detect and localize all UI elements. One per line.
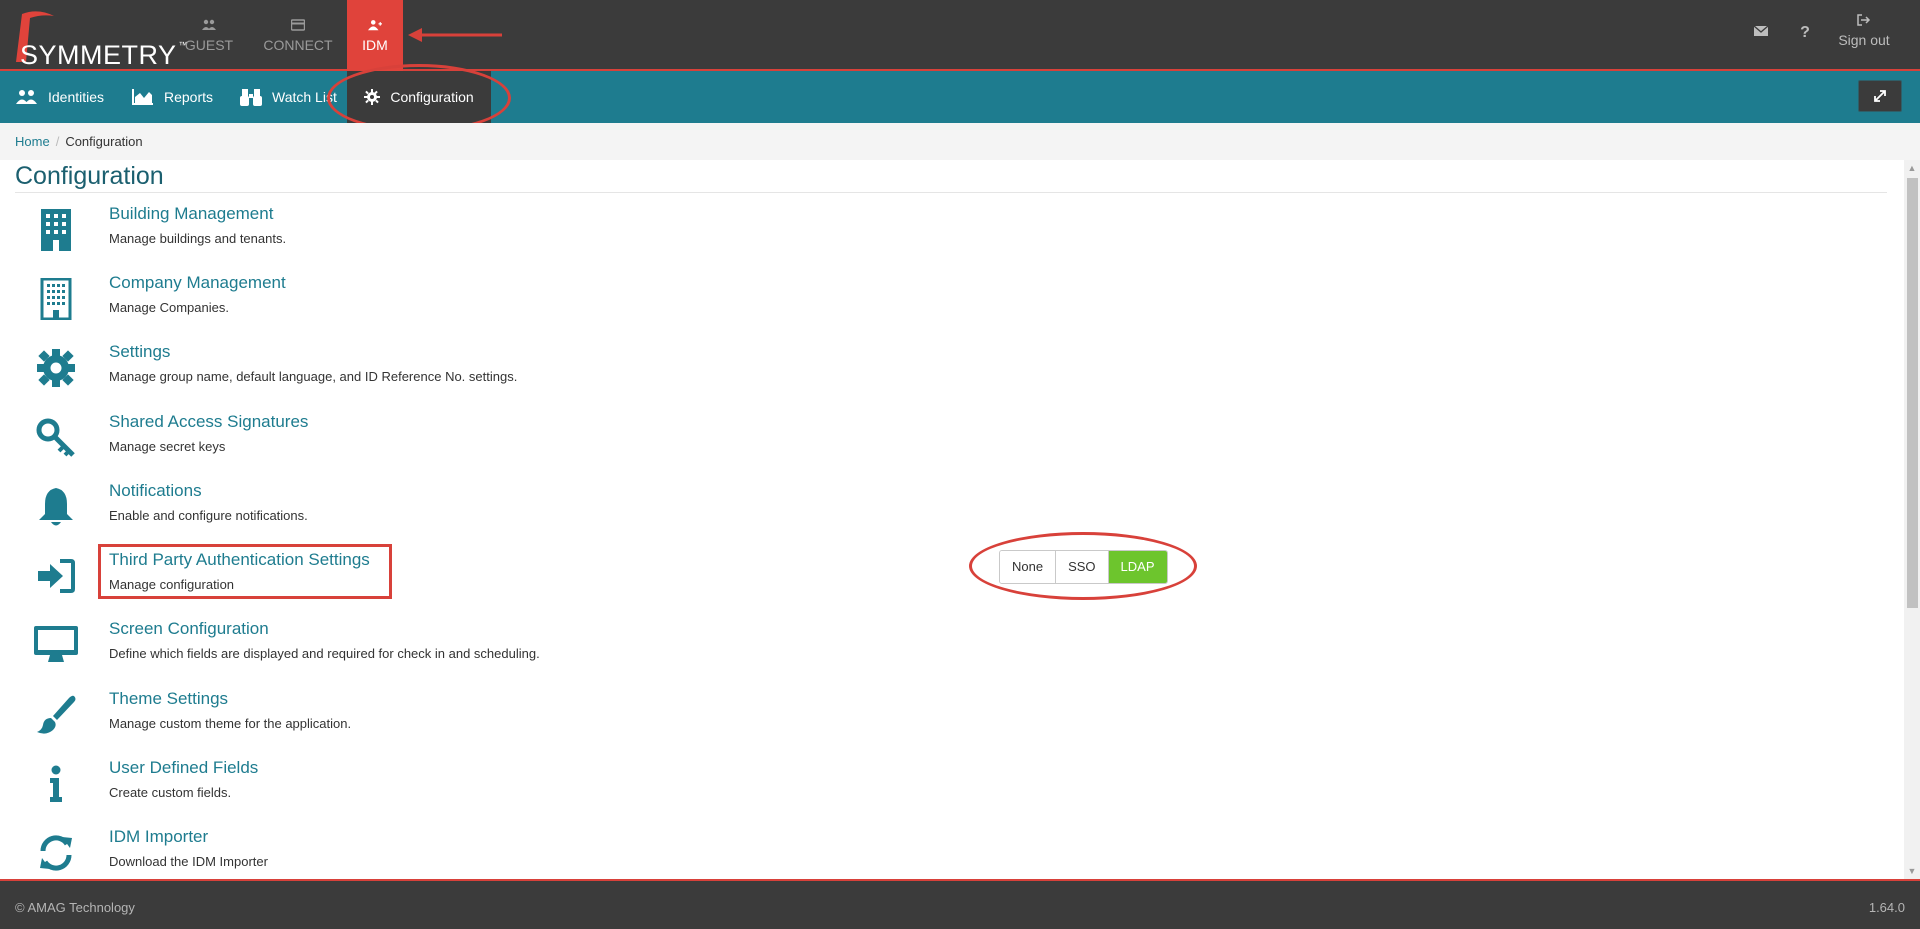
subnav-watchlist[interactable]: Watch List	[240, 71, 337, 123]
user-plus-icon	[368, 19, 382, 30]
signout-button[interactable]: Sign out	[1832, 14, 1896, 48]
config-item-title[interactable]: User Defined Fields	[109, 758, 258, 778]
scroll-down-arrow-icon[interactable]: ▼	[1904, 863, 1920, 879]
logo-text: SYMMETRY ™	[20, 40, 189, 70]
users-icon	[16, 90, 37, 104]
subnav-watchlist-label: Watch List	[272, 89, 337, 105]
footer: © AMAG Technology 1.64.0	[0, 879, 1920, 929]
sign-in-icon	[32, 552, 80, 600]
sub-nav: Identities Reports Watch List Configurat…	[0, 71, 1920, 123]
help-icon[interactable]: ?	[1795, 24, 1815, 44]
config-item-description: Download the IDM Importer	[109, 854, 268, 869]
topnav-connect-label: CONNECT	[263, 36, 333, 53]
config-item-title[interactable]: Theme Settings	[109, 689, 228, 709]
config-item-description: Manage secret keys	[109, 439, 226, 454]
credit-card-icon	[291, 18, 305, 31]
mail-icon[interactable]	[1751, 24, 1771, 44]
signout-label: Sign out	[1838, 32, 1890, 48]
config-item-title[interactable]: Company Management	[109, 273, 286, 293]
refresh-icon	[32, 829, 80, 877]
breadcrumb-separator: /	[55, 134, 60, 149]
config-item-settings: Settings Manage group name, default lang…	[0, 342, 1000, 408]
paint-brush-icon	[32, 691, 80, 739]
key-icon	[32, 414, 80, 462]
company-building-icon	[32, 275, 80, 323]
symmetry-logo[interactable]: SYMMETRY ™	[8, 6, 188, 70]
config-item-title[interactable]: Screen Configuration	[109, 619, 269, 639]
fullscreen-button[interactable]	[1858, 80, 1902, 112]
gear-icon	[364, 89, 381, 105]
subnav-reports-label: Reports	[164, 89, 214, 105]
monitor-icon	[32, 621, 80, 669]
annotation-arrow-icon	[408, 28, 502, 42]
config-item-user-defined-fields: User Defined Fields Create custom fields…	[0, 758, 1000, 824]
breadcrumb: Home / Configuration	[0, 123, 1920, 160]
auth-option-sso[interactable]: SSO	[1056, 551, 1109, 583]
title-divider	[15, 192, 1887, 193]
config-item-description: Define which fields are displayed and re…	[109, 646, 540, 661]
footer-version: 1.64.0	[1868, 900, 1905, 915]
annotation-highlight-box	[98, 544, 392, 599]
sign-out-icon	[1857, 14, 1871, 26]
config-item-notifications: Notifications Enable and configure notif…	[0, 481, 1000, 547]
users-icon	[202, 19, 216, 30]
config-item-title[interactable]: Shared Access Signatures	[109, 412, 308, 432]
config-item-screen-configuration: Screen Configuration Define which fields…	[0, 619, 1000, 685]
scrollbar-thumb[interactable]	[1907, 178, 1918, 608]
area-chart-icon	[132, 89, 153, 105]
breadcrumb-home[interactable]: Home	[15, 134, 50, 149]
config-item-description: Enable and configure notifications.	[109, 508, 308, 523]
page-title: Configuration	[15, 162, 164, 190]
vertical-scrollbar[interactable]: ▲ ▼	[1904, 160, 1920, 879]
config-item-title[interactable]: Notifications	[109, 481, 202, 501]
topnav-idm-label: IDM	[362, 36, 388, 53]
auth-option-ldap[interactable]: LDAP	[1108, 551, 1167, 583]
config-item-description: Manage custom theme for the application.	[109, 716, 352, 731]
top-bar: SYMMETRY ™ GUEST CONNECT IDM ? Sign out	[0, 0, 1920, 71]
config-item-title[interactable]: Settings	[109, 342, 170, 362]
auth-option-none[interactable]: None	[1000, 551, 1057, 583]
config-item-description: Create custom fields.	[109, 785, 232, 800]
auth-mode-toggle: None SSO LDAP	[999, 550, 1168, 584]
subnav-configuration-label: Configuration	[390, 89, 474, 105]
info-icon	[32, 760, 80, 808]
scroll-up-arrow-icon[interactable]: ▲	[1904, 160, 1920, 176]
subnav-reports[interactable]: Reports	[132, 71, 213, 123]
config-item-shared-access-signatures: Shared Access Signatures Manage secret k…	[0, 412, 1000, 478]
topnav-idm[interactable]: IDM	[347, 0, 403, 71]
config-item-description: Manage group name, default language, and…	[109, 369, 518, 384]
subnav-configuration[interactable]: Configuration	[347, 71, 491, 123]
config-item-description: Manage Companies.	[109, 300, 229, 315]
topnav-guest-label: GUEST	[184, 36, 234, 53]
config-item-title[interactable]: IDM Importer	[109, 827, 208, 847]
footer-copyright: © AMAG Technology	[15, 900, 135, 915]
gear-icon	[32, 344, 80, 392]
config-item-description: Manage buildings and tenants.	[109, 231, 287, 246]
binoculars-icon	[240, 89, 262, 106]
config-item-title[interactable]: Building Management	[109, 204, 273, 224]
building-icon	[32, 206, 80, 254]
expand-icon	[1874, 90, 1886, 102]
topnav-connect[interactable]: CONNECT	[257, 0, 339, 71]
topnav-guest[interactable]: GUEST	[178, 0, 240, 71]
subnav-identities[interactable]: Identities	[16, 71, 104, 123]
config-item-building-management: Building Management Manage buildings and…	[0, 204, 1000, 270]
subnav-identities-label: Identities	[48, 89, 105, 105]
config-item-theme-settings: Theme Settings Manage custom theme for t…	[0, 689, 1000, 755]
config-item-company-management: Company Management Manage Companies.	[0, 273, 1000, 339]
bell-icon	[32, 483, 80, 531]
breadcrumb-current: Configuration	[65, 134, 143, 149]
